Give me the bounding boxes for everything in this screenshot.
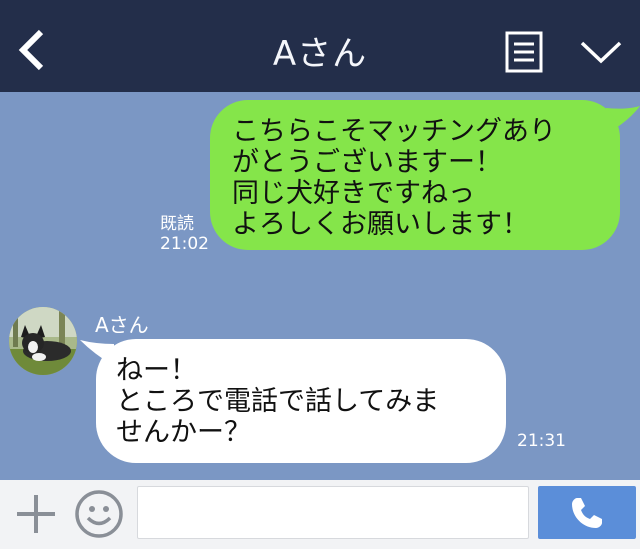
message-line: 同じ犬好きですねっ: [232, 178, 475, 209]
message-line: ところで電話で話してみま: [116, 386, 440, 417]
message-line: よろしくお願いします！: [232, 209, 529, 240]
read-status: 既読 21:02: [160, 214, 209, 254]
incoming-message[interactable]: ねー！ ところで電話で話してみま せんかー？: [96, 339, 506, 463]
outgoing-time: 21:02: [160, 234, 209, 254]
call-button[interactable]: [538, 486, 636, 539]
chat-area[interactable]: こちらこそマッチングあり がとうございますー！ 同じ犬好きですねっ よろしくお願…: [0, 92, 640, 480]
avatar[interactable]: [9, 307, 77, 375]
chat-title: Aさん: [272, 34, 368, 74]
phone-icon: [572, 498, 602, 528]
list-menu-icon[interactable]: [505, 31, 543, 73]
message-line: がとうございますー！: [232, 147, 502, 178]
message-line: ねー！: [116, 355, 197, 386]
read-label: 既読: [160, 214, 194, 234]
message-line: こちらこそマッチングあり: [232, 116, 556, 147]
incoming-time: 21:31: [517, 431, 566, 451]
message-line: せんかー？: [116, 417, 251, 448]
outgoing-message[interactable]: こちらこそマッチングあり がとうございますー！ 同じ犬好きですねっ よろしくお願…: [210, 100, 620, 250]
message-composer: [0, 480, 640, 549]
plus-icon[interactable]: [14, 492, 58, 536]
chat-header: Aさん: [0, 0, 640, 92]
message-input[interactable]: [137, 486, 529, 539]
chevron-down-icon[interactable]: [578, 36, 624, 68]
smiley-icon[interactable]: [74, 489, 124, 539]
sender-name: Aさん: [95, 313, 149, 337]
